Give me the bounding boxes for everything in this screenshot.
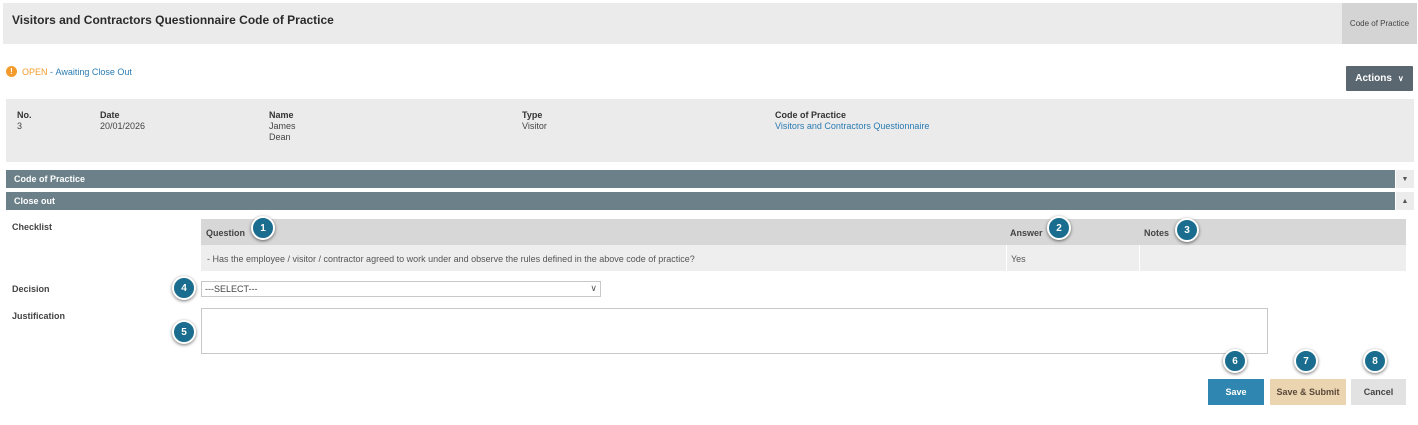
column-divider <box>1139 245 1140 271</box>
info-date-label: Date <box>100 110 120 120</box>
callout-badge: 3 <box>1175 218 1199 242</box>
column-header-question: Question <box>206 228 246 238</box>
chevron-down-icon: ∨ <box>590 283 597 293</box>
callout-badge: 8 <box>1363 349 1387 373</box>
callout-badge: 6 <box>1223 349 1247 373</box>
info-name-first: James <box>269 121 296 131</box>
info-name: Name James Dean <box>269 110 296 143</box>
info-cop-label: Code of Practice <box>775 110 847 120</box>
callout-badge: 1 <box>251 216 275 240</box>
section-code-of-practice[interactable]: Code of Practice <box>6 170 1395 188</box>
info-type: Type Visitor <box>522 110 547 132</box>
decision-select[interactable]: ---SELECT--- ∨ <box>201 281 601 297</box>
column-divider <box>1006 245 1007 271</box>
info-type-label: Type <box>522 110 543 120</box>
callout-badge: 7 <box>1294 349 1318 373</box>
chevron-down-icon[interactable]: ▼ <box>1396 170 1414 188</box>
record-info-panel: No. 3 Date 20/01/2026 Name James Dean Ty… <box>6 99 1414 162</box>
callout-badge: 2 <box>1047 216 1071 240</box>
save-button[interactable]: Save <box>1208 379 1264 405</box>
info-date: Date 20/01/2026 <box>100 110 145 132</box>
info-date-value: 20/01/2026 <box>100 121 146 131</box>
table-row: - Has the employee / visitor / contracto… <box>201 245 1406 271</box>
actions-button[interactable]: Actions ∨ <box>1346 66 1413 91</box>
decision-selected-value: ---SELECT--- <box>205 284 258 294</box>
page-title: Visitors and Contractors Questionnaire C… <box>12 13 334 27</box>
chevron-up-icon[interactable]: ▲ <box>1396 192 1414 210</box>
row-answer: Yes <box>1011 254 1026 264</box>
status-separator: - <box>47 66 56 77</box>
actions-label: Actions <box>1355 73 1392 84</box>
info-no-label: No. <box>17 110 32 120</box>
info-name-label: Name <box>269 110 294 120</box>
info-no: No. 3 <box>17 110 32 132</box>
cancel-button[interactable]: Cancel <box>1351 379 1406 405</box>
section-close-out[interactable]: Close out <box>6 192 1395 210</box>
page-header: Visitors and Contractors Questionnaire C… <box>3 3 1417 44</box>
tab-code-of-practice[interactable]: Code of Practice <box>1342 3 1417 44</box>
info-code-of-practice: Code of Practice Visitors and Contractor… <box>775 110 929 132</box>
callout-badge: 4 <box>172 276 196 300</box>
save-submit-button[interactable]: Save & Submit <box>1270 379 1346 405</box>
column-header-answer: Answer <box>1010 228 1043 238</box>
info-type-value: Visitor <box>522 121 547 131</box>
checklist-label: Checklist <box>12 222 53 232</box>
info-no-value: 3 <box>17 121 23 131</box>
chevron-down-icon: ∨ <box>1397 74 1404 83</box>
column-header-notes: Notes <box>1144 228 1170 238</box>
status-line: ! OPEN - Awaiting Close Out <box>6 66 132 77</box>
info-name-last: Dean <box>269 132 291 142</box>
status-detail: Awaiting Close Out <box>55 66 132 77</box>
callout-badge: 5 <box>172 320 196 344</box>
decision-label: Decision <box>12 284 50 294</box>
info-cop-link[interactable]: Visitors and Contractors Questionnaire <box>775 121 929 132</box>
justification-textarea[interactable] <box>201 308 1268 354</box>
checklist-table-header: Question Answer Notes <box>201 219 1406 245</box>
status-state: OPEN <box>22 66 48 77</box>
exclamation-icon: ! <box>6 66 17 77</box>
justification-label: Justification <box>12 311 66 321</box>
row-question: - Has the employee / visitor / contracto… <box>207 254 695 264</box>
